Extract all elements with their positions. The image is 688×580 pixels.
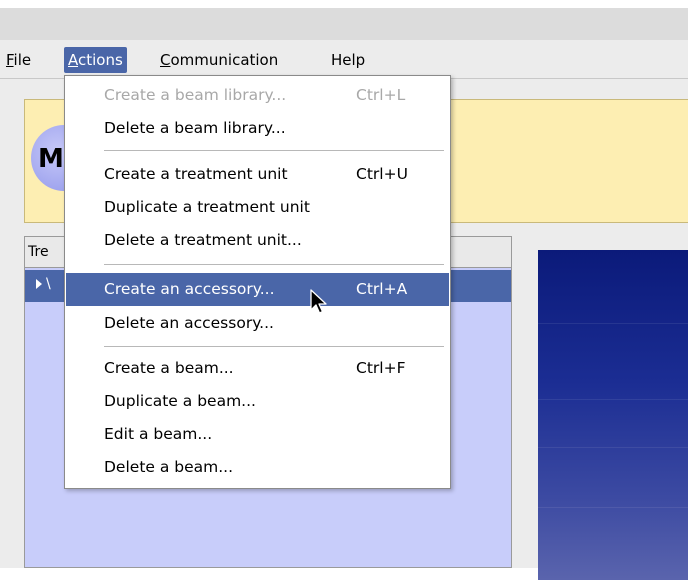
menu-item-duplicate-beam[interactable]: Duplicate a beam... [66,385,449,418]
menu-item-create-beam[interactable]: Create a beam... Ctrl+F [66,352,449,385]
viewport-gradient-band [538,507,688,508]
menu-item-delete-beam-library[interactable]: Delete a beam library... [66,112,449,145]
menu-communication[interactable]: Communication [156,47,282,73]
menu-item-delete-beam[interactable]: Delete a beam... [66,451,449,484]
menu-separator [104,150,444,151]
render-viewport[interactable] [538,250,688,580]
tree-item-label: \ [46,276,51,292]
menu-item-label: Duplicate a beam... [104,392,256,410]
menu-item-label: Delete a beam... [104,458,234,476]
menu-actions-mnemonic: A [68,51,78,69]
menu-item-delete-accessory[interactable]: Delete an accessory... [66,307,449,340]
menu-communication-mnemonic: C [160,51,171,69]
menu-file[interactable]: File [2,47,35,73]
menu-separator [104,264,444,265]
tree-header-label: Tre [28,244,49,260]
menu-separator [104,346,444,347]
menu-item-create-beam-library[interactable]: Create a beam library... Ctrl+L [66,79,449,112]
menu-communication-label: ommunication [170,51,279,69]
menu-item-label: Delete an accessory... [104,314,274,332]
menu-item-duplicate-treatment-unit[interactable]: Duplicate a treatment unit [66,191,449,224]
menu-item-create-accessory[interactable]: Create an accessory... Ctrl+A [66,273,449,306]
menu-item-label: Create a beam... [104,359,234,377]
menu-item-label: Delete a treatment unit... [104,231,302,249]
viewport-gradient-band [538,323,688,324]
viewport-gradient-band [538,447,688,448]
menu-item-label: Create a treatment unit [104,165,288,183]
expand-arrow-icon[interactable] [36,279,42,289]
menu-item-label: Edit a beam... [104,425,213,443]
titlebar-top-strip [0,0,688,8]
menu-item-edit-beam[interactable]: Edit a beam... [66,418,449,451]
menu-file-mnemonic: F [6,51,14,69]
menu-file-label: ile [13,51,32,69]
menu-item-label: Duplicate a treatment unit [104,198,310,216]
menu-item-create-treatment-unit[interactable]: Create a treatment unit Ctrl+U [66,158,449,191]
menu-item-label: Create an accessory... [104,280,275,298]
app-logo-letter: M [38,144,64,174]
menu-item-shortcut: Ctrl+A [356,280,408,298]
menu-item-shortcut: Ctrl+F [356,359,406,377]
menu-actions-label: ctions [78,51,123,69]
menu-help-label: Help [331,51,366,69]
mouse-pointer-icon [310,289,327,314]
menu-item-label: Create a beam library... [104,86,287,104]
menu-item-shortcut: Ctrl+L [356,86,406,104]
menu-help[interactable]: Help [327,47,369,73]
menu-item-shortcut: Ctrl+U [356,165,408,183]
menu-actions[interactable]: Actions [64,47,127,73]
actions-dropdown-menu: Create a beam library... Ctrl+L Delete a… [64,75,451,489]
menu-item-label: Delete a beam library... [104,119,286,137]
menu-item-delete-treatment-unit[interactable]: Delete a treatment unit... [66,224,449,257]
menubar: File Actions Communication Help [0,40,688,79]
viewport-gradient-band [538,399,688,400]
